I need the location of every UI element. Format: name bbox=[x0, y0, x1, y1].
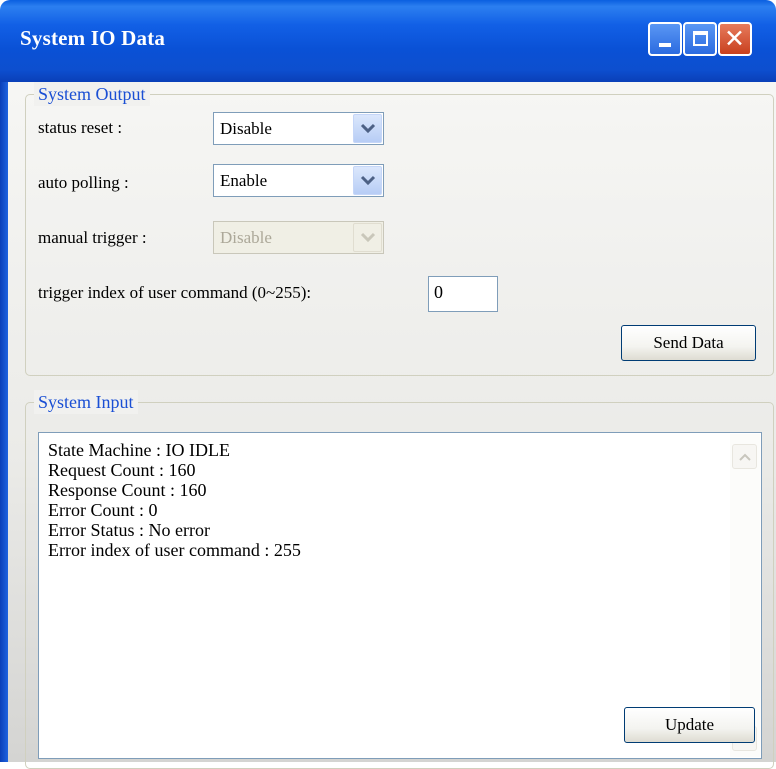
error-status-line: Error Status : No error bbox=[48, 520, 210, 540]
error-count-line: Error Count : 0 bbox=[48, 500, 158, 520]
send-data-button[interactable]: Send Data bbox=[621, 325, 756, 361]
auto-polling-select[interactable]: Enable bbox=[213, 164, 384, 197]
error-index-line: Error index of user command : 255 bbox=[48, 540, 301, 560]
title-bar[interactable]: System IO Data ✕ bbox=[0, 0, 776, 82]
auto-polling-label: auto polling : bbox=[38, 173, 129, 192]
chevron-down-icon bbox=[360, 232, 376, 243]
status-reset-select[interactable]: Disable bbox=[213, 112, 384, 145]
window-left-border bbox=[0, 82, 8, 762]
window-client-area: System Output status reset : Disable aut… bbox=[8, 82, 776, 769]
status-reset-label: status reset : bbox=[38, 118, 123, 137]
close-button[interactable]: ✕ bbox=[718, 22, 752, 56]
chevron-up-icon bbox=[739, 453, 751, 461]
chevron-down-icon bbox=[360, 123, 376, 134]
close-icon: ✕ bbox=[724, 24, 745, 53]
chevron-down-icon bbox=[360, 175, 376, 186]
auto-polling-value: Enable bbox=[220, 171, 268, 190]
status-reset-dropdown-button[interactable] bbox=[353, 114, 382, 143]
system-input-lines: State Machine : IO IDLE Request Count : … bbox=[48, 440, 301, 560]
update-button[interactable]: Update bbox=[624, 707, 755, 743]
window-title: System IO Data bbox=[20, 26, 166, 50]
scroll-up-button[interactable] bbox=[732, 444, 757, 469]
minimize-icon bbox=[659, 43, 671, 47]
system-input-legend: System Input bbox=[34, 390, 138, 414]
state-machine-line: State Machine : IO IDLE bbox=[48, 440, 230, 460]
response-count-line: Response Count : 160 bbox=[48, 480, 207, 500]
trigger-index-value: 0 bbox=[434, 282, 443, 302]
maximize-icon bbox=[693, 31, 708, 46]
manual-trigger-select: Disable bbox=[213, 221, 384, 254]
auto-polling-dropdown-button[interactable] bbox=[353, 166, 382, 195]
trigger-index-input[interactable]: 0 bbox=[428, 276, 498, 312]
manual-trigger-dropdown-button bbox=[353, 223, 382, 252]
system-io-data-window: System IO Data ✕ System Output status re… bbox=[0, 0, 776, 769]
request-count-line: Request Count : 160 bbox=[48, 460, 196, 480]
manual-trigger-label: manual trigger : bbox=[38, 228, 147, 247]
manual-trigger-value: Disable bbox=[220, 228, 272, 247]
system-output-legend: System Output bbox=[34, 82, 150, 106]
status-reset-value: Disable bbox=[220, 119, 272, 138]
minimize-button[interactable] bbox=[648, 22, 682, 56]
maximize-button[interactable] bbox=[683, 22, 717, 56]
trigger-index-label: trigger index of user command (0~255): bbox=[38, 283, 312, 302]
